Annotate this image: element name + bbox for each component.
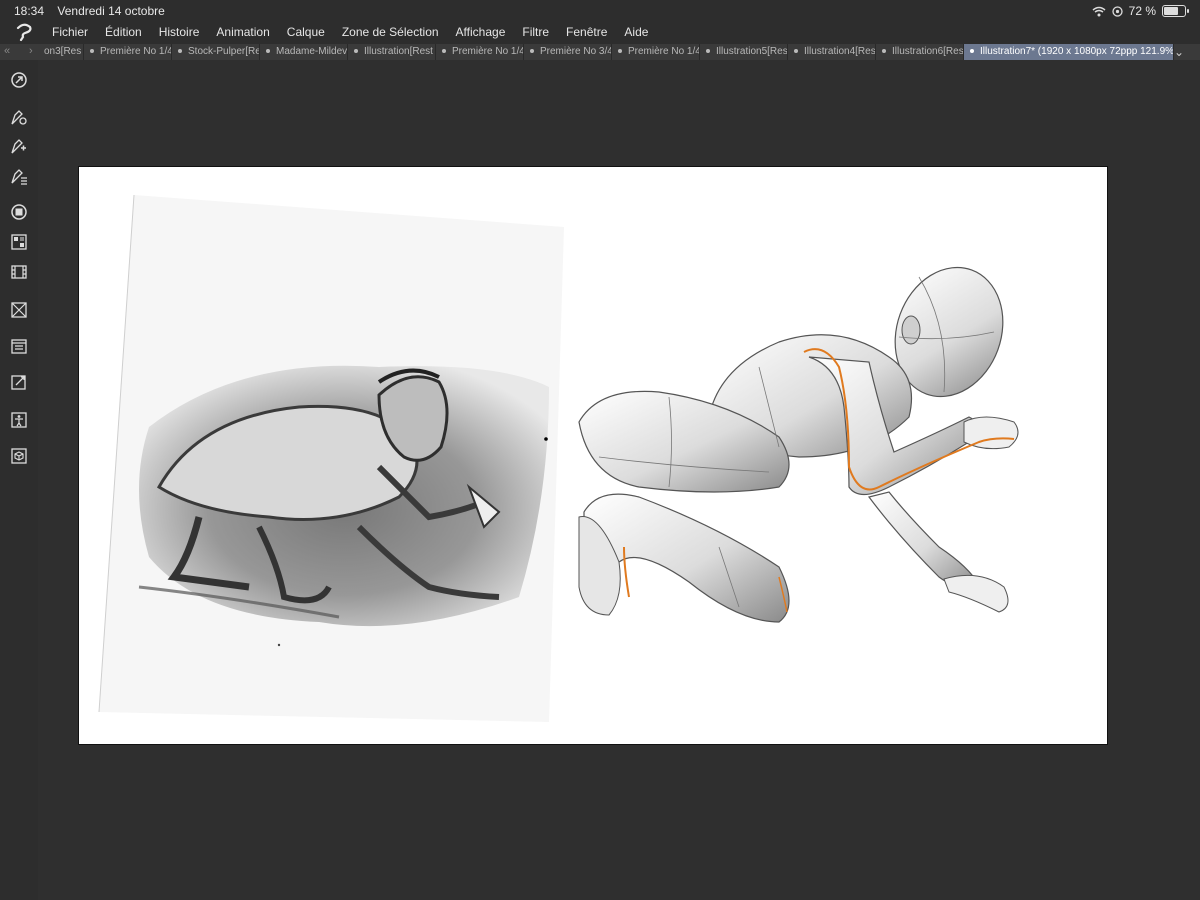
tab-label: Illustration[Rest <box>364 46 433 57</box>
status-date: Vendredi 14 octobre <box>57 4 165 18</box>
document-tabs: on3[Res Première No 1/4 Stock-Pulper[Re … <box>38 44 1174 60</box>
tab-dot-icon <box>354 49 358 54</box>
tab-label: Première No 1/4 <box>100 46 172 57</box>
menu-aide[interactable]: Aide <box>624 25 648 39</box>
document-tab[interactable]: Stock-Pulper[Re <box>172 44 260 60</box>
layer-icon[interactable] <box>9 372 29 392</box>
document-tab[interactable]: Illustration5[Res <box>700 44 788 60</box>
tab-label: Illustration5[Res <box>716 46 788 57</box>
tab-dot-icon <box>266 49 270 54</box>
menu-histoire[interactable]: Histoire <box>159 25 200 39</box>
document-tab[interactable]: Première No 1/4 <box>612 44 700 60</box>
location-icon <box>1111 5 1123 17</box>
menu-fenetre[interactable]: Fenêtre <box>566 25 607 39</box>
document-tab[interactable]: Première No 3/4 <box>524 44 612 60</box>
tab-dot-icon <box>530 49 534 54</box>
color-set-icon[interactable] <box>9 232 29 252</box>
menu-filtre[interactable]: Filtre <box>522 25 549 39</box>
pen-settings-icon[interactable] <box>9 107 29 127</box>
menu-fichier[interactable]: Fichier <box>52 25 88 39</box>
document-tab[interactable]: Illustration4[Res <box>788 44 876 60</box>
menu-bar: Fichier Édition Histoire Animation Calqu… <box>0 20 1200 44</box>
menu-calque[interactable]: Calque <box>287 25 325 39</box>
tool-property-icon[interactable] <box>9 166 29 186</box>
tab-dot-icon <box>706 49 710 54</box>
tab-dot-icon <box>178 49 182 54</box>
tab-label: Illustration4[Res <box>804 46 876 57</box>
tab-dot-icon <box>794 49 798 54</box>
tab-list-chevron-down-icon[interactable]: ⌄ <box>1174 44 1184 60</box>
tab-dot-icon <box>970 49 974 54</box>
tab-label: on3[Res <box>44 46 82 57</box>
material-icon[interactable] <box>9 300 29 320</box>
tab-label: Stock-Pulper[Re <box>188 46 260 57</box>
sub-tool-icon[interactable] <box>9 136 29 156</box>
navigator-icon[interactable] <box>9 70 29 90</box>
status-bar: 18:34 Vendredi 14 octobre 72 % <box>0 0 1200 20</box>
clip-studio-logo-icon[interactable] <box>13 22 35 42</box>
layer-property-icon[interactable] <box>9 336 29 356</box>
battery-icon <box>1162 5 1189 17</box>
charcoal-sketch <box>98 194 564 722</box>
status-left: 18:34 Vendredi 14 octobre <box>14 4 175 18</box>
menu-items: Fichier Édition Histoire Animation Calqu… <box>52 25 665 39</box>
menu-affichage[interactable]: Affichage <box>456 25 506 39</box>
accessibility-icon[interactable] <box>9 410 29 430</box>
menu-edition[interactable]: Édition <box>105 25 142 39</box>
menu-zone-selection[interactable]: Zone de Sélection <box>342 25 439 39</box>
tab-dot-icon <box>90 49 94 54</box>
tab-dot-icon <box>442 49 446 54</box>
canvas-artwork <box>98 194 1019 722</box>
document-tab[interactable]: Première No 1/4 <box>436 44 524 60</box>
tab-label: Première No 1/4 <box>452 46 524 57</box>
tab-label: Illustration7* (1920 x 1080px 72ppp 121.… <box>980 46 1174 57</box>
document-tab[interactable]: Illustration6[Res <box>876 44 964 60</box>
status-right: 72 % <box>1092 4 1189 18</box>
tab-label: Première No 3/4 <box>540 46 612 57</box>
tab-dot-icon <box>882 49 886 54</box>
document-tab-bar: « › on3[Res Première No 1/4 Stock-Pulper… <box>0 44 1200 60</box>
document-tab[interactable]: Madame-Mildev <box>260 44 348 60</box>
3d-mannequin <box>578 266 1019 623</box>
tab-dot-icon <box>618 49 622 54</box>
drawing-canvas[interactable] <box>78 166 1108 745</box>
status-time: 18:34 <box>14 4 45 18</box>
document-tab-active[interactable]: Illustration7* (1920 x 1080px 72ppp 121.… <box>964 44 1174 60</box>
tab-label: Illustration6[Res <box>892 46 964 57</box>
menu-animation[interactable]: Animation <box>216 25 269 39</box>
document-tab[interactable]: Première No 1/4 <box>84 44 172 60</box>
battery-percent: 72 % <box>1128 4 1156 18</box>
chevron-right-icon[interactable]: › <box>29 44 33 60</box>
tab-label: Première No 1/4 <box>628 46 700 57</box>
document-tab[interactable]: Illustration[Rest <box>348 44 436 60</box>
tab-label: Madame-Mildev <box>276 46 348 57</box>
color-wheel-icon[interactable] <box>9 202 29 222</box>
3d-object-icon[interactable] <box>9 446 29 466</box>
document-tab[interactable]: on3[Res <box>38 44 84 60</box>
left-toolbar <box>0 60 38 900</box>
wifi-icon <box>1092 6 1106 16</box>
timeline-icon[interactable] <box>9 262 29 282</box>
double-chevron-left-icon[interactable]: « <box>4 44 10 60</box>
